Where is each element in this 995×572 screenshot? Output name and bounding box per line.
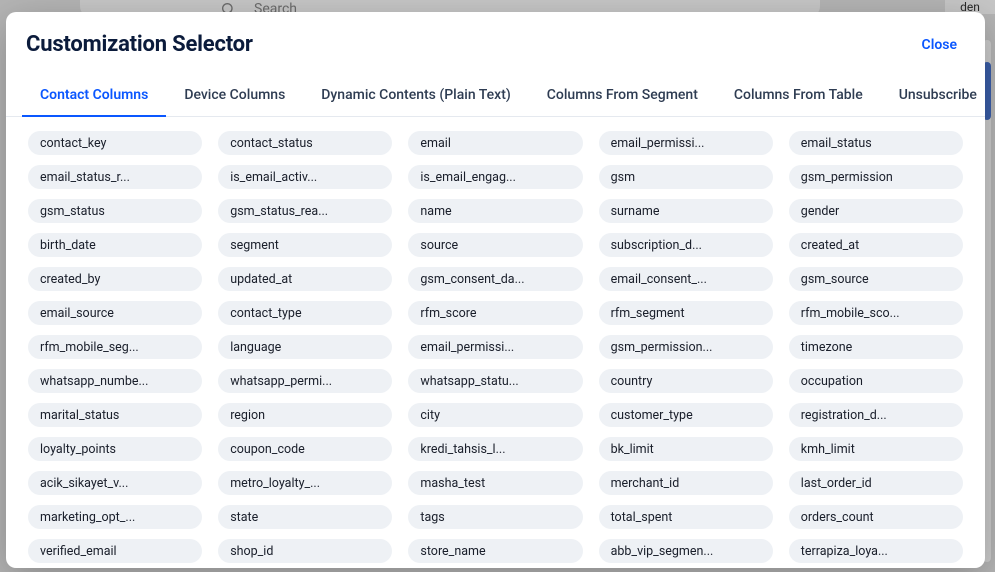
column-chip[interactable]: contact_type bbox=[218, 301, 392, 325]
column-chip[interactable]: masha_test bbox=[408, 471, 582, 495]
column-chip[interactable]: coupon_code bbox=[218, 437, 392, 461]
chip-grid: contact_key contact_status email email_perm… bbox=[28, 131, 963, 563]
column-chip[interactable]: rfm_segment bbox=[599, 301, 773, 325]
column-chip[interactable]: is_email_activ... bbox=[218, 165, 392, 189]
column-chip[interactable]: rfm_mobile_sco... bbox=[789, 301, 963, 325]
column-chip[interactable]: whatsapp_statu... bbox=[408, 369, 582, 393]
column-chip[interactable]: language bbox=[218, 335, 392, 359]
column-chip[interactable]: gsm_consent_da... bbox=[408, 267, 582, 291]
modal-title: Customization Selector bbox=[26, 32, 253, 57]
column-chip[interactable]: customer_type bbox=[599, 403, 773, 427]
column-chip[interactable]: whatsapp_numbe... bbox=[28, 369, 202, 393]
column-chip[interactable]: country bbox=[599, 369, 773, 393]
column-chip[interactable]: loyalty_points bbox=[28, 437, 202, 461]
column-chip[interactable]: bk_limit bbox=[599, 437, 773, 461]
column-chip[interactable]: tags bbox=[408, 505, 582, 529]
column-chip[interactable]: marketing_opt_... bbox=[28, 505, 202, 529]
customization-selector-modal: Customization Selector Close Contact Col… bbox=[6, 12, 985, 568]
column-chip[interactable]: acik_sikayet_v... bbox=[28, 471, 202, 495]
tab-columns-from-table[interactable]: Columns From Table bbox=[716, 79, 881, 116]
column-chip[interactable]: segment bbox=[218, 233, 392, 257]
column-chip[interactable]: email_permissi... bbox=[599, 131, 773, 155]
column-chip[interactable]: is_email_engag... bbox=[408, 165, 582, 189]
column-chip[interactable]: marital_status bbox=[28, 403, 202, 427]
column-chip[interactable]: verified_email bbox=[28, 539, 202, 563]
column-chip[interactable]: merchant_id bbox=[599, 471, 773, 495]
tab-contact-columns[interactable]: Contact Columns bbox=[22, 79, 166, 117]
column-chip[interactable]: birth_date bbox=[28, 233, 202, 257]
column-chip[interactable]: occupation bbox=[789, 369, 963, 393]
column-chip[interactable]: gsm_permission... bbox=[599, 335, 773, 359]
column-chip[interactable]: email_status bbox=[789, 131, 963, 155]
modal-tabs: Contact ColumnsDevice ColumnsDynamic Con… bbox=[6, 65, 985, 117]
column-chip[interactable]: gsm_status bbox=[28, 199, 202, 223]
column-chip[interactable]: surname bbox=[599, 199, 773, 223]
column-chip[interactable]: store_name bbox=[408, 539, 582, 563]
column-chip[interactable]: contact_key bbox=[28, 131, 202, 155]
column-chip[interactable]: updated_at bbox=[218, 267, 392, 291]
column-chip[interactable]: abb_vip_segmen... bbox=[599, 539, 773, 563]
column-chip[interactable]: source bbox=[408, 233, 582, 257]
column-chip[interactable]: email_consent_... bbox=[599, 267, 773, 291]
column-chip[interactable]: created_by bbox=[28, 267, 202, 291]
column-chip[interactable]: total_spent bbox=[599, 505, 773, 529]
column-chip[interactable]: gsm_status_rea... bbox=[218, 199, 392, 223]
column-chip[interactable]: city bbox=[408, 403, 582, 427]
column-chip[interactable]: gsm_permission bbox=[789, 165, 963, 189]
column-chip[interactable]: metro_loyalty_... bbox=[218, 471, 392, 495]
tab-dynamic-contents-plain-text[interactable]: Dynamic Contents (Plain Text) bbox=[303, 79, 528, 116]
column-chip[interactable]: kredi_tahsis_l... bbox=[408, 437, 582, 461]
column-chip[interactable]: terrapiza_loya... bbox=[789, 539, 963, 563]
column-chip[interactable]: shop_id bbox=[218, 539, 392, 563]
column-chip[interactable]: orders_count bbox=[789, 505, 963, 529]
column-chip[interactable]: email_permissi... bbox=[408, 335, 582, 359]
column-chip[interactable]: rfm_score bbox=[408, 301, 582, 325]
chip-area: contact_key contact_status email email_perm… bbox=[6, 117, 985, 568]
column-chip[interactable]: email_status_r... bbox=[28, 165, 202, 189]
column-chip[interactable]: registration_d... bbox=[789, 403, 963, 427]
column-chip[interactable]: gender bbox=[789, 199, 963, 223]
close-button[interactable]: Close bbox=[922, 37, 957, 53]
column-chip[interactable]: gsm bbox=[599, 165, 773, 189]
column-chip[interactable]: rfm_mobile_seg... bbox=[28, 335, 202, 359]
tab-device-columns[interactable]: Device Columns bbox=[166, 79, 303, 116]
modal-header: Customization Selector Close bbox=[6, 12, 985, 65]
tab-unsubscribe[interactable]: Unsubscribe bbox=[881, 79, 985, 116]
column-chip[interactable]: state bbox=[218, 505, 392, 529]
column-chip[interactable]: email bbox=[408, 131, 582, 155]
column-chip[interactable]: kmh_limit bbox=[789, 437, 963, 461]
column-chip[interactable]: contact_status bbox=[218, 131, 392, 155]
column-chip[interactable]: created_at bbox=[789, 233, 963, 257]
column-chip[interactable]: gsm_source bbox=[789, 267, 963, 291]
tab-columns-from-segment[interactable]: Columns From Segment bbox=[529, 79, 716, 116]
column-chip[interactable]: whatsapp_permi... bbox=[218, 369, 392, 393]
column-chip[interactable]: subscription_d... bbox=[599, 233, 773, 257]
column-chip[interactable]: name bbox=[408, 199, 582, 223]
column-chip[interactable]: last_order_id bbox=[789, 471, 963, 495]
column-chip[interactable]: region bbox=[218, 403, 392, 427]
column-chip[interactable]: email_source bbox=[28, 301, 202, 325]
column-chip[interactable]: timezone bbox=[789, 335, 963, 359]
